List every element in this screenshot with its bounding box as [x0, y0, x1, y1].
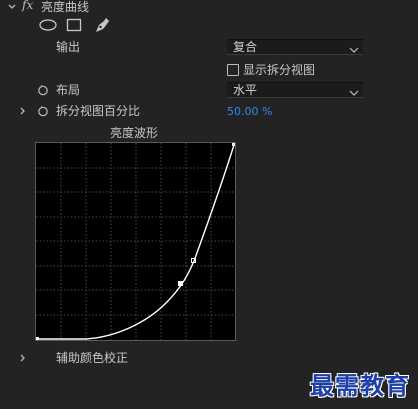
layout-value: 水平: [233, 83, 258, 97]
watermark-logo: 最需教育: [310, 371, 410, 400]
effect-title: 亮度曲线: [41, 0, 90, 14]
output-value: 复合: [233, 40, 258, 54]
pen-mask-icon[interactable]: [93, 16, 109, 34]
chevron-down-icon: [349, 86, 359, 96]
split-percent-value[interactable]: 50.00 %: [227, 105, 272, 119]
luma-curve-graph[interactable]: [35, 142, 236, 341]
reset-icon[interactable]: [37, 105, 49, 117]
split-view-checkbox[interactable]: [227, 64, 239, 76]
curve-point[interactable]: [178, 281, 183, 286]
chevron-down-icon[interactable]: [6, 1, 18, 13]
layout-dropdown[interactable]: 水平: [227, 82, 363, 98]
reset-icon[interactable]: [37, 84, 49, 96]
ellipse-mask-icon[interactable]: [38, 18, 58, 32]
rectangle-mask-icon[interactable]: [66, 18, 82, 32]
curve-point-end[interactable]: [232, 143, 235, 146]
layout-label: 布局: [56, 83, 81, 97]
secondary-color-correction-label[interactable]: 辅助颜色校正: [56, 351, 128, 365]
fx-badge[interactable]: fx: [22, 0, 33, 12]
output-label: 输出: [56, 40, 81, 54]
chevron-right-icon[interactable]: [17, 105, 29, 117]
split-percent-label: 拆分视图百分比: [56, 104, 141, 118]
output-dropdown[interactable]: 复合: [227, 39, 363, 55]
curve-point-start[interactable]: [36, 337, 39, 340]
curve-svg[interactable]: [36, 143, 235, 340]
graph-title: 亮度波形: [110, 126, 159, 140]
split-view-label: 显示拆分视图: [243, 63, 316, 77]
chevron-right-icon[interactable]: [17, 352, 29, 364]
effect-controls-panel: fx 亮度曲线 输出 复合 显示拆分视图 布局 水平 拆分视图百分比 50.00…: [0, 0, 418, 409]
chevron-down-icon: [349, 43, 359, 53]
